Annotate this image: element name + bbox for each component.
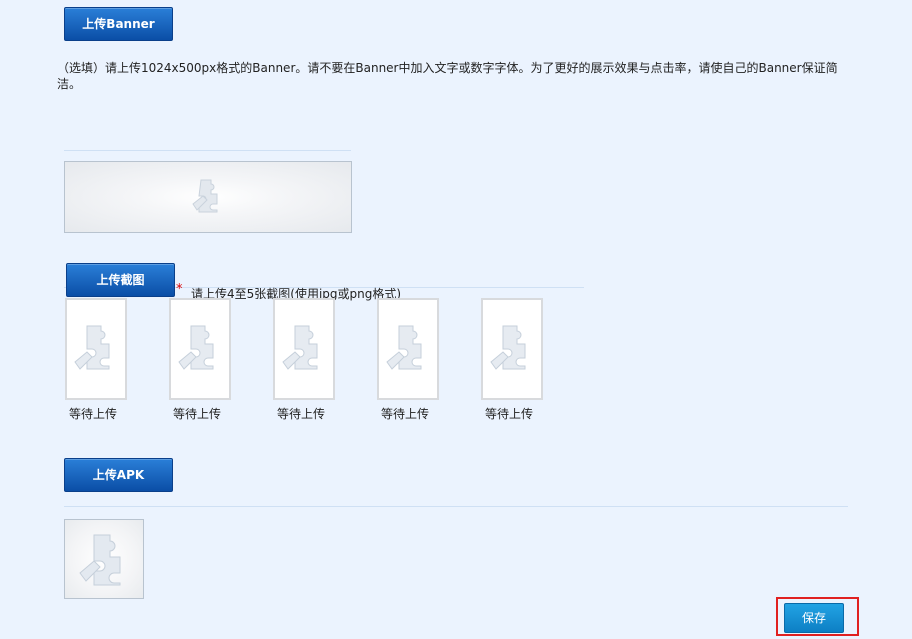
required-mark: *	[176, 282, 183, 297]
screenshot-slot-2[interactable]	[169, 298, 231, 400]
puzzle-piece-icon	[79, 534, 121, 586]
puzzle-piece-icon	[386, 325, 422, 370]
upload-apk-button[interactable]: 上传APK	[64, 458, 173, 492]
screenshot-slot-5[interactable]	[481, 298, 543, 400]
upload-banner-button[interactable]: 上传Banner	[64, 7, 173, 41]
banner-divider	[64, 150, 351, 151]
save-button[interactable]: 保存	[784, 603, 844, 633]
apk-divider	[64, 506, 848, 507]
screenshot-slot-4-label: 等待上传	[381, 407, 430, 421]
puzzle-piece-icon	[178, 325, 214, 370]
puzzle-piece-icon	[282, 325, 318, 370]
screenshot-slot-3-label: 等待上传	[277, 407, 326, 421]
banner-description: （选填）请上传1024x500px格式的Banner。请不要在Banner中加入…	[57, 61, 838, 91]
screenshot-slot-2-label: 等待上传	[173, 407, 222, 421]
screenshot-slot-3[interactable]	[273, 298, 335, 400]
screenshot-slot-4[interactable]	[377, 298, 439, 400]
screenshot-slot-1-label: 等待上传	[69, 407, 118, 421]
upload-screenshot-button[interactable]: 上传截图	[66, 263, 175, 297]
puzzle-piece-icon	[490, 325, 526, 370]
screenshot-slot-1[interactable]	[65, 298, 127, 400]
banner-preview	[64, 161, 352, 233]
puzzle-piece-icon	[192, 179, 218, 213]
puzzle-piece-icon	[74, 325, 110, 370]
apk-preview	[64, 519, 144, 599]
screenshot-slot-5-label: 等待上传	[485, 407, 534, 421]
